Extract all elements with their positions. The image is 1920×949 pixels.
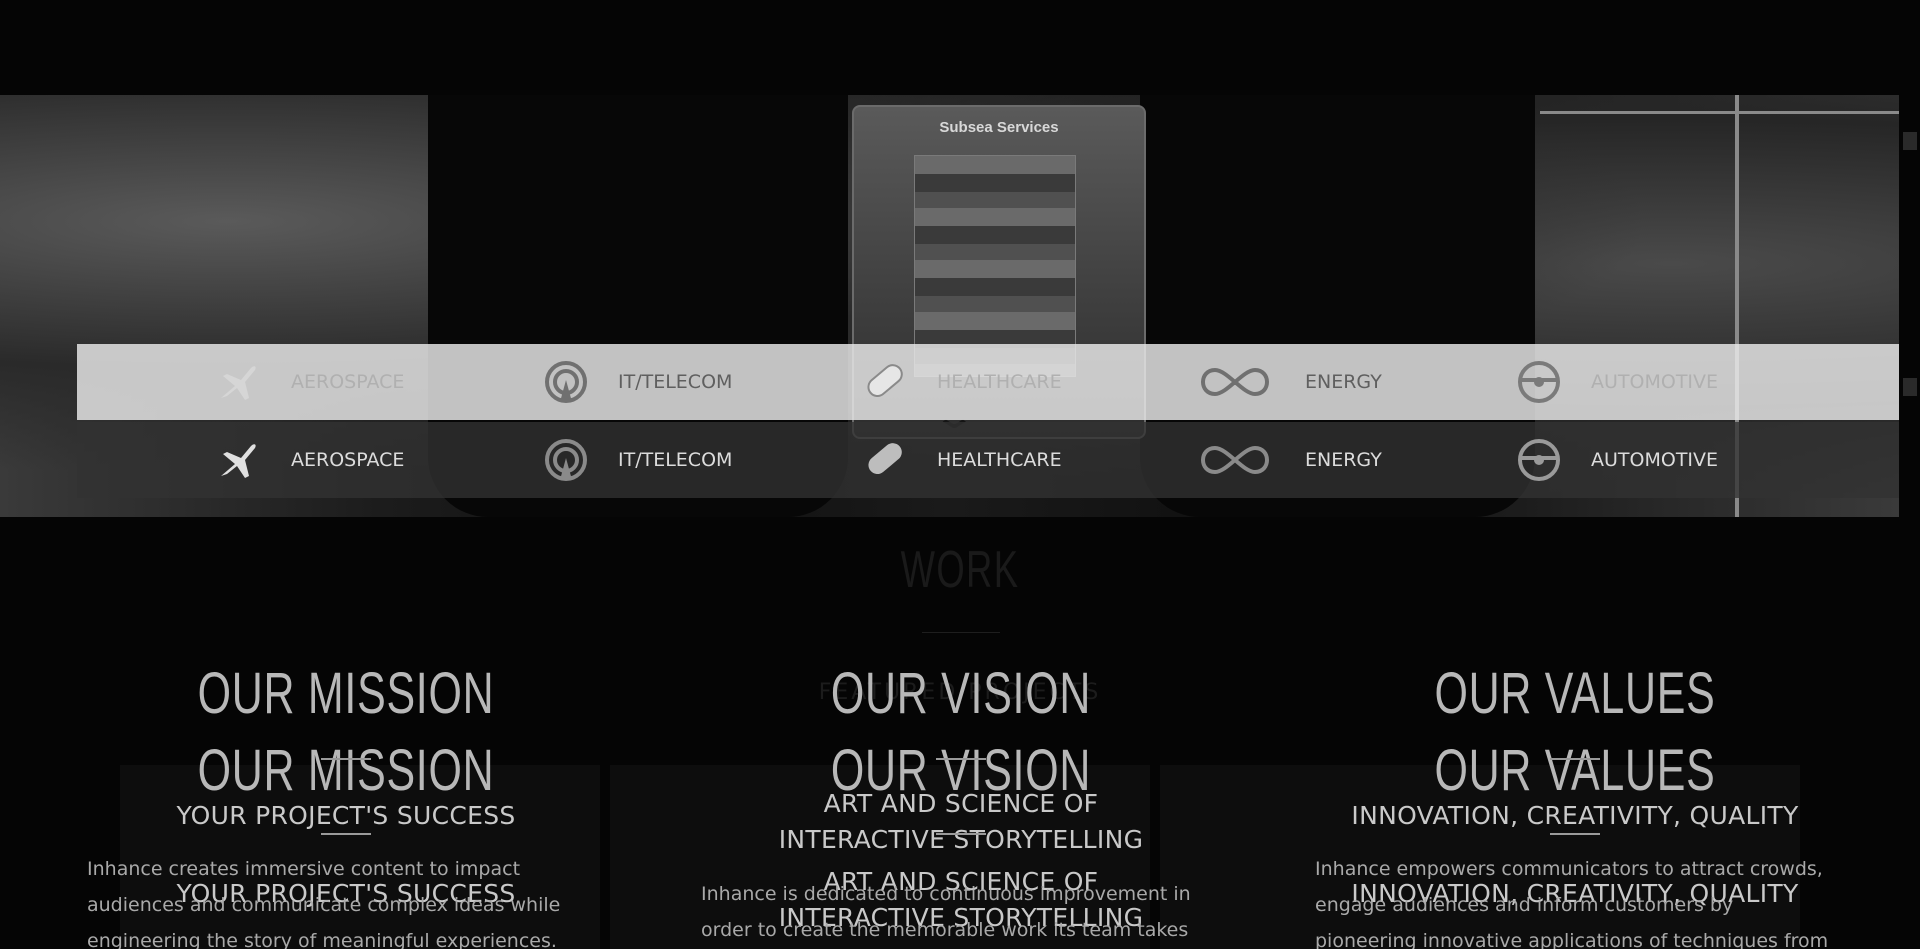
industry-item-healthcare[interactable]: HEALTHCARE [861, 422, 1062, 498]
industry-item-automotive-light[interactable]: AUTOMOTIVE [1515, 344, 1718, 420]
pill-icon [867, 364, 903, 398]
divider [922, 632, 1000, 633]
industry-item-aerospace[interactable]: AEROSPACE [215, 422, 404, 498]
mission-body: Inhance creates immersive content to imp… [87, 858, 561, 949]
industry-item-it-telecom-light[interactable]: IT/TELECOM [542, 344, 732, 420]
page: Subsea Services ⌄ AEROSPACE IT/TELECOM H… [0, 0, 1920, 949]
industry-band: AEROSPACE IT/TELECOM HEALTHCARE ENERGY A… [77, 422, 1899, 498]
industry-item-healthcare-light[interactable]: HEALTHCARE [861, 344, 1062, 420]
divider [321, 758, 371, 760]
industry-label: AEROSPACE [291, 371, 405, 393]
industry-label: IT/TELECOM [618, 371, 733, 393]
antenna-icon [545, 439, 587, 481]
mission-subheading: YOUR PROJECT'S SUCCESS [176, 801, 516, 830]
work-title: WORK [900, 541, 1020, 599]
industry-item-it-telecom[interactable]: IT/TELECOM [542, 422, 732, 498]
infinity-plug-icon [1201, 367, 1269, 397]
steering-wheel-icon [1518, 361, 1560, 403]
values-heading-duplicate: OUR VALUES [1434, 738, 1716, 803]
vision-heading: OUR VISION [830, 661, 1092, 726]
values-body: Inhance empowers communicators to attrac… [1315, 858, 1829, 949]
industry-label: AUTOMOTIVE [1591, 449, 1719, 471]
values-subheading: INNOVATION, CREATIVITY, QUALITY [1351, 801, 1799, 830]
industry-label: AUTOMOTIVE [1591, 371, 1719, 393]
values-heading: OUR VALUES [1434, 661, 1716, 726]
steering-wheel-icon [1518, 439, 1560, 481]
airplane-icon [221, 366, 256, 400]
industry-item-automotive[interactable]: AUTOMOTIVE [1515, 422, 1718, 498]
industry-label: IT/TELECOM [618, 449, 733, 471]
industry-label: ENERGY [1305, 449, 1382, 471]
pill-icon [868, 443, 902, 475]
hero-panel-title: Subsea Services [939, 119, 1059, 136]
vision-body: Inhance is dedicated to continuous impro… [701, 883, 1191, 941]
industry-item-energy[interactable]: ENERGY [1193, 422, 1382, 498]
slide-indicator-dot[interactable] [1903, 378, 1917, 396]
industry-label: ENERGY [1305, 371, 1382, 393]
mission-heading-duplicate: OUR MISSION [197, 738, 495, 803]
mission-heading: OUR MISSION [197, 661, 495, 726]
divider [936, 758, 986, 760]
industry-label: AEROSPACE [291, 449, 405, 471]
airplane-icon [221, 444, 256, 478]
antenna-icon [545, 361, 587, 403]
industry-label: HEALTHCARE [937, 371, 1062, 393]
industry-item-energy-light[interactable]: ENERGY [1193, 344, 1382, 420]
industry-item-aerospace-light[interactable]: AEROSPACE [215, 344, 404, 420]
divider [321, 833, 371, 835]
divider [1550, 833, 1600, 835]
industry-label: HEALTHCARE [937, 449, 1062, 471]
divider [936, 833, 986, 835]
industry-band-highlight: AEROSPACE IT/TELECOM HEALTHCARE ENERGY A… [77, 344, 1899, 420]
slide-indicator-dot[interactable] [1903, 132, 1917, 150]
vision-subheading: ART AND SCIENCE OF INTERACTIVE STORYTELL… [778, 789, 1144, 854]
infinity-plug-icon [1201, 445, 1269, 475]
divider [1550, 758, 1600, 760]
